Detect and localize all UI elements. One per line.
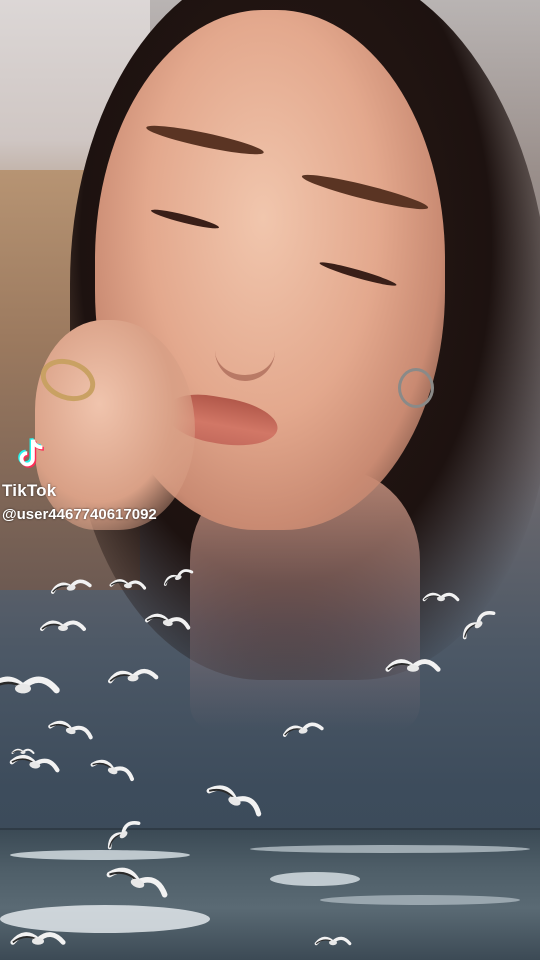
wave — [250, 845, 530, 853]
video-frame: TikTok @user4467740617092 — [0, 0, 540, 960]
seagull — [385, 653, 441, 682]
seagull — [314, 932, 352, 951]
seagull — [40, 615, 86, 639]
seagull — [422, 588, 460, 607]
seagull — [109, 574, 147, 596]
earring — [398, 368, 434, 408]
wave — [10, 850, 190, 860]
tiktok-username-label: @user4467740617092 — [2, 506, 157, 523]
wave — [320, 895, 520, 905]
seagull — [10, 926, 66, 955]
seagull — [11, 746, 35, 758]
wave — [270, 872, 360, 886]
seagull — [0, 668, 60, 706]
tiktok-note-icon — [12, 436, 50, 474]
nose — [215, 320, 275, 381]
tiktok-brand-label: TikTok — [2, 481, 57, 500]
seagull — [107, 662, 160, 693]
